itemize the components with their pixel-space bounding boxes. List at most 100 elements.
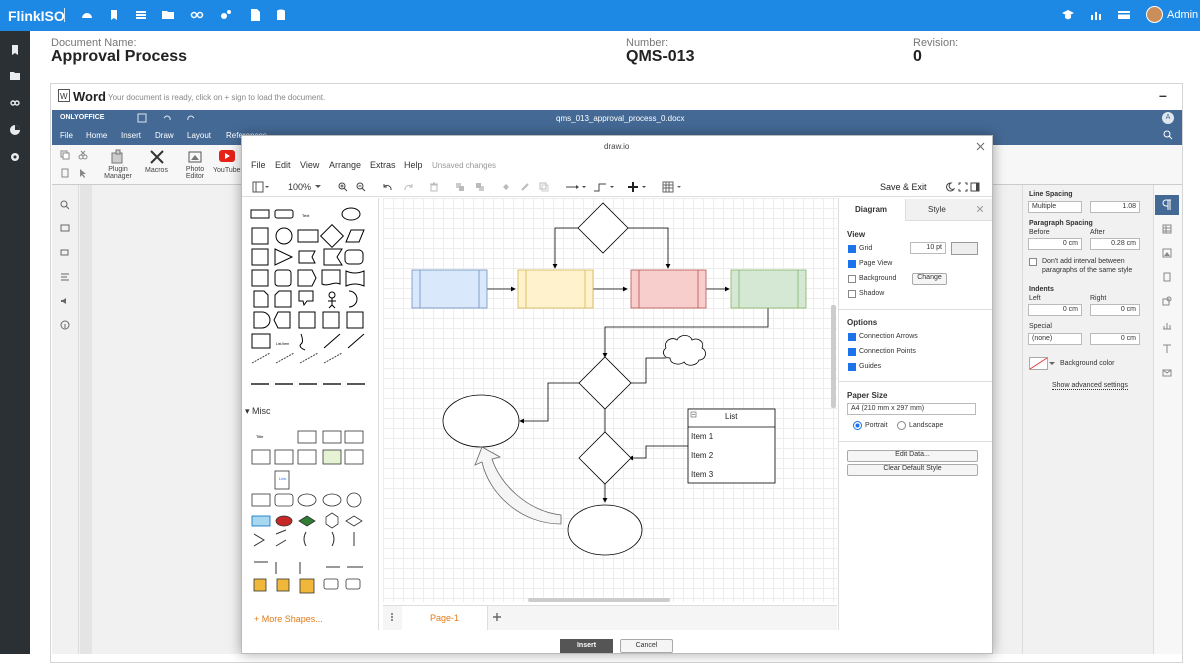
redo-icon[interactable]	[403, 182, 413, 192]
shape-settings-icon[interactable]	[1162, 296, 1172, 306]
file-icon[interactable]	[248, 8, 262, 22]
diagram[interactable]	[383, 198, 837, 602]
dont-add-interval-checkbox[interactable]	[1029, 258, 1037, 266]
credit-card-icon[interactable]	[1117, 8, 1131, 22]
unsaved-changes[interactable]: Unsaved changes	[432, 161, 496, 170]
page-tab-label[interactable]: Page-1	[430, 613, 459, 623]
cut-icon[interactable]	[78, 150, 88, 160]
pages-menu-icon[interactable]	[390, 612, 394, 622]
folder-icon[interactable]	[9, 70, 21, 82]
connection-points-checkbox[interactable]	[848, 348, 856, 356]
graduation-cap-icon[interactable]	[1061, 8, 1075, 22]
list-icon[interactable]	[134, 8, 148, 22]
indent-left-value[interactable]: 0 cm	[1028, 304, 1082, 316]
toggle-format-icon[interactable]	[970, 182, 980, 192]
after-value[interactable]: 0.28 cm	[1090, 238, 1140, 250]
save-icon[interactable]	[137, 113, 147, 123]
insert-button[interactable]: Insert	[560, 639, 613, 653]
macros-icon[interactable]	[149, 149, 165, 165]
drawio-menu-arrange[interactable]: Arrange	[329, 160, 361, 170]
search-icon[interactable]	[1163, 130, 1173, 140]
chart-settings-icon[interactable]	[1162, 320, 1172, 330]
youtube-icon[interactable]	[219, 150, 235, 162]
plugin-manager-icon[interactable]	[110, 149, 126, 165]
process-red[interactable]	[630, 269, 707, 309]
list-item[interactable]: Item 2	[691, 451, 713, 460]
photo-editor-icon[interactable]	[187, 149, 203, 165]
decision-shape-bottom[interactable]	[578, 431, 632, 485]
copy-icon[interactable]	[60, 150, 70, 160]
clear-default-style-button[interactable]: Clear Default Style	[847, 464, 978, 476]
close-icon[interactable]	[976, 142, 985, 151]
decision-shape-middle[interactable]	[578, 356, 632, 410]
link-icon[interactable]	[190, 8, 204, 22]
drawio-menu-file[interactable]: File	[251, 160, 266, 170]
line-color-icon[interactable]	[520, 182, 530, 192]
paper-size-select[interactable]: A4 (210 mm x 297 mm)	[847, 403, 976, 415]
grid-size-input[interactable]: 10 pt	[910, 242, 946, 254]
delete-icon[interactable]	[429, 182, 439, 192]
oo-menu-home[interactable]: Home	[86, 131, 107, 140]
gear-icon[interactable]	[9, 151, 21, 163]
mail-merge-icon[interactable]	[1162, 368, 1172, 378]
shadow-icon[interactable]	[539, 182, 549, 192]
select-icon[interactable]	[78, 168, 88, 178]
curved-arrow-shape[interactable]	[474, 446, 562, 525]
chat-icon[interactable]	[60, 248, 70, 258]
special-value[interactable]: 0 cm	[1090, 333, 1140, 345]
drawio-menu-extras[interactable]: Extras	[370, 160, 396, 170]
navigation-icon[interactable]	[60, 272, 70, 282]
user-name[interactable]: Admin	[1167, 9, 1198, 21]
zoom-chevron-down-icon[interactable]	[315, 185, 321, 189]
ellipse-bottom[interactable]	[567, 504, 643, 556]
add-page-icon[interactable]	[492, 612, 502, 622]
undo-icon[interactable]	[162, 113, 172, 123]
zoom-level[interactable]: 100%	[288, 182, 311, 192]
ellipse-left[interactable]	[442, 394, 520, 448]
paste-icon[interactable]	[60, 168, 70, 178]
zoom-in-icon[interactable]	[338, 182, 348, 192]
before-value[interactable]: 0 cm	[1028, 238, 1082, 250]
youtube-label[interactable]: YouTube	[213, 167, 241, 174]
oo-menu-layout[interactable]: Layout	[187, 131, 211, 140]
text-art-icon[interactable]	[1162, 344, 1172, 354]
user-avatar-oo[interactable]: A	[1162, 112, 1174, 124]
grid-checkbox[interactable]	[848, 245, 856, 253]
process-green[interactable]	[730, 269, 807, 309]
fullscreen-icon[interactable]	[958, 182, 968, 192]
process-yellow[interactable]	[517, 269, 594, 309]
drawio-menu-view[interactable]: View	[300, 160, 319, 170]
line-spacing-mode[interactable]: Multiple	[1028, 201, 1082, 213]
link-icon[interactable]	[9, 97, 21, 109]
bookmark-icon[interactable]	[107, 8, 121, 22]
special-select[interactable]: (none)	[1028, 333, 1082, 345]
table-icon[interactable]	[662, 181, 684, 193]
list-item[interactable]: Item 1	[691, 432, 713, 441]
image-settings-icon[interactable]	[1162, 248, 1172, 258]
to-back-icon[interactable]	[475, 182, 485, 192]
undo-icon[interactable]	[383, 182, 393, 192]
canvas-scrollbar[interactable]	[831, 305, 836, 408]
indent-right-value[interactable]: 0 cm	[1090, 304, 1140, 316]
dark-mode-icon[interactable]	[945, 182, 955, 192]
dashboard-icon[interactable]	[80, 8, 94, 22]
edit-data-button[interactable]: Edit Data...	[847, 450, 978, 462]
portrait-radio[interactable]	[853, 421, 862, 430]
collapse-button[interactable]: –	[1159, 87, 1167, 103]
brand-logo[interactable]: FlinkISO	[8, 8, 65, 24]
speaker-icon[interactable]	[60, 296, 70, 306]
photo-editor-label[interactable]: Photo Editor	[181, 166, 209, 180]
cancel-button[interactable]: Cancel	[620, 639, 673, 653]
info-icon[interactable]	[60, 320, 70, 330]
drawio-menu-edit[interactable]: Edit	[275, 160, 291, 170]
connection-arrows-checkbox[interactable]	[848, 333, 856, 341]
decision-shape-top[interactable]	[577, 202, 629, 254]
general-shapes-grid[interactable]: Text List Item	[246, 203, 368, 391]
oo-menu-draw[interactable]: Draw	[155, 131, 174, 140]
line-spacing-value[interactable]: 1.08	[1090, 201, 1140, 213]
tab-diagram[interactable]: Diagram	[855, 205, 887, 214]
user-avatar[interactable]	[1146, 6, 1163, 23]
database-icon[interactable]	[274, 8, 288, 22]
shadow-checkbox[interactable]	[848, 290, 856, 298]
macros-label[interactable]: Macros	[145, 167, 168, 174]
